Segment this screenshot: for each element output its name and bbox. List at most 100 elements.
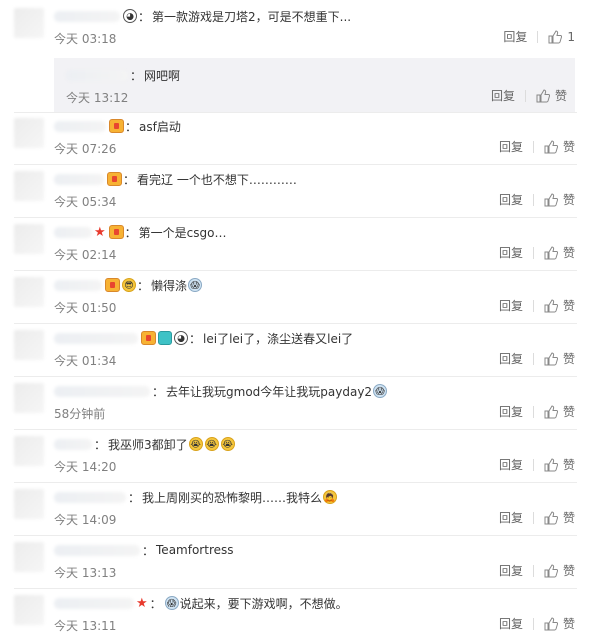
thumbs-up-icon: [544, 351, 558, 365]
like-label: 赞: [562, 511, 575, 525]
like-button[interactable]: 赞: [544, 456, 575, 473]
thumbs-up-icon: [544, 139, 558, 153]
like-button[interactable]: 赞: [544, 403, 575, 420]
like-button[interactable]: 赞: [544, 138, 575, 155]
comment-time: 今天 01:50: [54, 301, 117, 315]
sub-reply: ： 网吧啊 今天 13:12 回复 赞: [54, 58, 575, 112]
comment-time: 今天 02:14: [54, 248, 117, 262]
star-icon: ★: [136, 595, 148, 611]
vip-badge-icon: [141, 331, 156, 345]
comment-header: ： asf启动: [54, 118, 181, 134]
user-avatar[interactable]: [14, 224, 44, 254]
crying-face-emoji-icon: 😭: [204, 437, 219, 451]
comment-actions: 回复 赞: [499, 297, 575, 314]
username[interactable]: [54, 438, 92, 450]
user-avatar[interactable]: [14, 330, 44, 360]
username[interactable]: [54, 10, 120, 22]
user-avatar[interactable]: [14, 489, 44, 519]
username[interactable]: [54, 597, 134, 609]
comment-actions: 回复 赞: [499, 138, 575, 155]
comment-text: 去年让我玩gmod今年让我玩payday2: [166, 384, 373, 399]
divider: [14, 588, 577, 589]
comment-item: ★ ： 第一个是csgo… 今天 02:14 回复 赞: [0, 224, 591, 268]
divider: [14, 429, 577, 430]
reply-button[interactable]: 回复: [499, 244, 523, 261]
crying-face-emoji-icon: 😭: [188, 437, 203, 451]
like-button[interactable]: 赞: [544, 350, 575, 367]
reply-button[interactable]: 回复: [499, 403, 523, 420]
thumbs-up-icon: [544, 192, 558, 206]
user-avatar[interactable]: [14, 436, 44, 466]
username[interactable]: [54, 226, 92, 238]
user-avatar[interactable]: [14, 118, 44, 148]
sub-reply-header: ： 网吧啊: [66, 67, 180, 83]
reply-button[interactable]: 回复: [491, 87, 515, 104]
user-avatar[interactable]: [14, 277, 44, 307]
like-button[interactable]: 赞: [544, 562, 575, 579]
comment-header: ★ ： 第一个是csgo…: [54, 224, 226, 240]
reply-button[interactable]: 回复: [499, 138, 523, 155]
comment-header: ： 我上周刚买的恐怖黎明……我特么 🙇: [54, 489, 338, 505]
reply-button[interactable]: 回复: [499, 509, 523, 526]
like-button[interactable]: 1: [548, 30, 575, 44]
divider: [14, 270, 577, 271]
username[interactable]: [54, 385, 150, 397]
comment-item: ★ ： 😱 说起来，要下游戏啊，不想做。 今天 13:11 回复 赞: [0, 595, 591, 637]
username[interactable]: [54, 491, 126, 503]
thumbs-up-icon: [544, 616, 558, 630]
thumbs-up-icon: [544, 298, 558, 312]
divider: [14, 112, 577, 113]
username[interactable]: [54, 332, 138, 344]
user-avatar[interactable]: [14, 542, 44, 572]
divider: [14, 217, 577, 218]
comment-text: 第一个是csgo…: [138, 225, 227, 240]
user-avatar[interactable]: [14, 171, 44, 201]
reply-button[interactable]: 回复: [499, 297, 523, 314]
reply-button[interactable]: 回复: [499, 191, 523, 208]
reply-button[interactable]: 回复: [499, 615, 523, 632]
comment-header: ： 去年让我玩gmod今年让我玩payday2 😱: [54, 383, 388, 399]
vip-badge-icon: [108, 225, 124, 239]
thumbs-up-icon: [544, 563, 558, 577]
comment-header: ： Teamfortress: [54, 542, 234, 558]
reply-button[interactable]: 回复: [499, 456, 523, 473]
like-button[interactable]: 赞: [544, 244, 575, 261]
comment-text: asf启动: [139, 119, 181, 134]
like-button[interactable]: 赞: [544, 297, 575, 314]
reply-button[interactable]: 回复: [499, 562, 523, 579]
comment-item: ： asf启动 今天 07:26 回复 赞: [0, 118, 591, 162]
comment-time: 今天 14:09: [54, 513, 117, 527]
thumbs-up-icon: [536, 88, 550, 102]
user-avatar[interactable]: [14, 595, 44, 625]
like-button[interactable]: 赞: [536, 87, 567, 104]
comment-header: ： 我巫师3都卸了 😭 😭 😭: [54, 436, 236, 452]
like-button[interactable]: 赞: [544, 509, 575, 526]
divider: [14, 482, 577, 483]
username[interactable]: [54, 279, 102, 291]
comment-item: 😎 ： 懒得涤 😱 今天 01:50 回复 赞: [0, 277, 591, 321]
username[interactable]: [66, 69, 128, 81]
like-label: 赞: [562, 564, 575, 578]
comment-actions: 回复 赞: [499, 403, 575, 420]
comment-item: ◕ ： lei了lei了，涤尘送春又lei了 今天 01:34 回复 赞: [0, 330, 591, 374]
comment-actions: 回复 赞: [499, 350, 575, 367]
thumbs-up-icon: [544, 245, 558, 259]
user-avatar[interactable]: [14, 8, 44, 38]
reply-button[interactable]: 回复: [503, 28, 527, 45]
sub-reply-time: 今天 13:12: [66, 91, 129, 105]
username[interactable]: [54, 120, 106, 132]
comment-actions: 回复 1: [503, 28, 575, 45]
username[interactable]: [54, 544, 140, 556]
reply-button[interactable]: 回复: [499, 350, 523, 367]
panda-emoji-icon: ◕: [123, 9, 137, 23]
like-button[interactable]: 赞: [544, 615, 575, 632]
cool-face-emoji-icon: 😎: [122, 278, 136, 292]
comment-text: 懒得涤: [151, 278, 188, 293]
comment-text: 看完辽 一个也不想下…………: [137, 172, 297, 187]
comment-time: 今天 14:20: [54, 460, 117, 474]
divider: [14, 164, 577, 165]
divider: [14, 323, 577, 324]
user-avatar[interactable]: [14, 383, 44, 413]
username[interactable]: [54, 173, 104, 185]
like-button[interactable]: 赞: [544, 191, 575, 208]
